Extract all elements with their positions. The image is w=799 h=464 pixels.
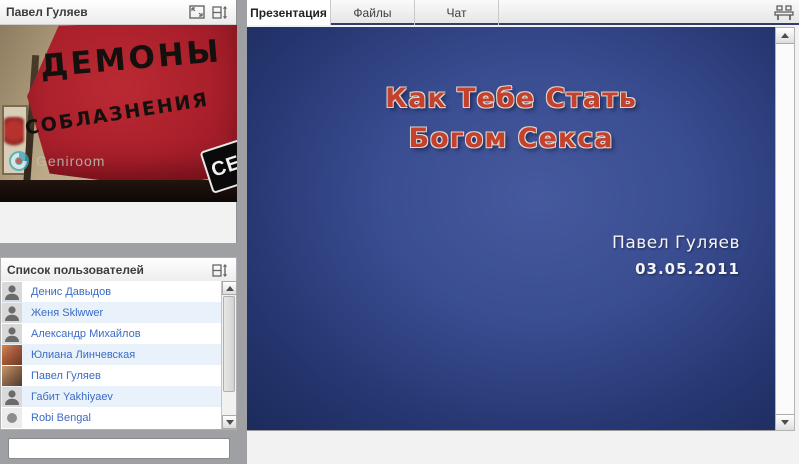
- list-item[interactable]: Женя Sklwwer: [1, 302, 221, 323]
- userlist-panel-height-button[interactable]: [210, 262, 230, 279]
- userlist-title: Список пользователей: [7, 263, 207, 277]
- triangle-down-icon: [781, 420, 789, 425]
- avatar: [2, 366, 22, 386]
- video-dark-strip: [0, 180, 237, 202]
- user-name: Женя Sklwwer: [31, 307, 103, 319]
- scrollbar-thumb[interactable]: [223, 296, 235, 392]
- tab-presentation[interactable]: Презентация: [247, 0, 331, 25]
- list-item[interactable]: Robi Bengal: [1, 407, 221, 428]
- fullscreen-icon: [189, 5, 205, 19]
- tabbar-spacer: [499, 0, 769, 25]
- layout-button[interactable]: [769, 0, 799, 25]
- watermark: Geniroom: [8, 150, 105, 172]
- fullscreen-button[interactable]: [187, 4, 207, 21]
- person-icon: [2, 387, 22, 407]
- triangle-down-icon: [226, 420, 234, 425]
- slide-credit: Павел Гуляев 03.05.2011: [612, 233, 740, 278]
- userlist-scrollbar[interactable]: [221, 281, 236, 429]
- avatar: [2, 282, 22, 302]
- panel-height-icon: [212, 5, 228, 20]
- list-item[interactable]: Габит Yakhiyaev: [1, 386, 221, 407]
- user-name: Денис Давыдов: [31, 286, 111, 298]
- panel-height-icon: [212, 263, 228, 278]
- user-list: Денис Давыдов Женя Sklwwer Александр Мих…: [1, 281, 221, 429]
- scroll-down-button[interactable]: [776, 414, 794, 430]
- panel-height-button[interactable]: [210, 4, 230, 21]
- sticker-text: СЕ: [208, 151, 237, 182]
- user-name: Robi Bengal: [31, 412, 91, 424]
- geniroom-logo-icon: [8, 150, 30, 172]
- webcam-video: ДЕМОНЫ СОБЛАЗНЕНИЯ СЕ Geniroom: [0, 25, 237, 202]
- avatar: [2, 303, 22, 323]
- content-panel: Презентация Файлы Чат Как Тебе Стать Бог…: [247, 0, 799, 464]
- user-name: Юлиана Линчевская: [31, 349, 135, 361]
- avatar: [2, 324, 22, 344]
- video-panel-header: Павел Гуляев: [0, 0, 236, 25]
- avatar: [2, 387, 22, 407]
- list-item[interactable]: Юлиана Линчевская: [1, 344, 221, 365]
- tab-files[interactable]: Файлы: [331, 0, 415, 25]
- person-icon: [2, 282, 22, 302]
- triangle-up-icon: [781, 33, 789, 38]
- person-icon: [2, 303, 22, 323]
- triangle-up-icon: [226, 286, 234, 291]
- slide-author: Павел Гуляев: [612, 233, 740, 253]
- slide-title: Как Тебе Стать Богом Секса: [247, 79, 775, 159]
- presentation-scrollbar[interactable]: [775, 27, 795, 431]
- scroll-up-button[interactable]: [776, 28, 794, 44]
- watermark-text: Geniroom: [36, 153, 105, 169]
- slide-title-line2: Богом Секса: [247, 119, 775, 159]
- video-panel-title: Павел Гуляев: [6, 5, 184, 19]
- user-name: Александр Михайлов: [31, 328, 141, 340]
- slide-date: 03.05.2011: [612, 260, 740, 278]
- layout-icon: [774, 5, 794, 21]
- video-panel: Павел Гуляев: [0, 0, 237, 243]
- userlist-panel: Список пользователей Денис Давыдов Женя …: [0, 257, 237, 430]
- user-name: Габит Yakhiyaev: [31, 391, 113, 403]
- userlist-header: Список пользователей: [1, 258, 236, 283]
- presentation-slide: Как Тебе Стать Богом Секса Павел Гуляев …: [247, 27, 775, 431]
- message-input[interactable]: [8, 438, 230, 459]
- person-icon: [2, 324, 22, 344]
- list-item[interactable]: Денис Давыдов: [1, 281, 221, 302]
- tab-bar: Презентация Файлы Чат: [247, 0, 799, 25]
- scroll-down-button[interactable]: [222, 415, 237, 429]
- user-name: Павел Гуляев: [31, 370, 101, 382]
- list-item[interactable]: Александр Михайлов: [1, 323, 221, 344]
- avatar: [2, 345, 22, 365]
- avatar: [2, 408, 22, 428]
- slide-title-line1: Как Тебе Стать: [247, 79, 775, 119]
- tab-chat[interactable]: Чат: [415, 0, 499, 25]
- scroll-up-button[interactable]: [222, 281, 237, 295]
- webinar-app: Павел Гуляев: [0, 0, 799, 464]
- list-item[interactable]: Павел Гуляев: [1, 365, 221, 386]
